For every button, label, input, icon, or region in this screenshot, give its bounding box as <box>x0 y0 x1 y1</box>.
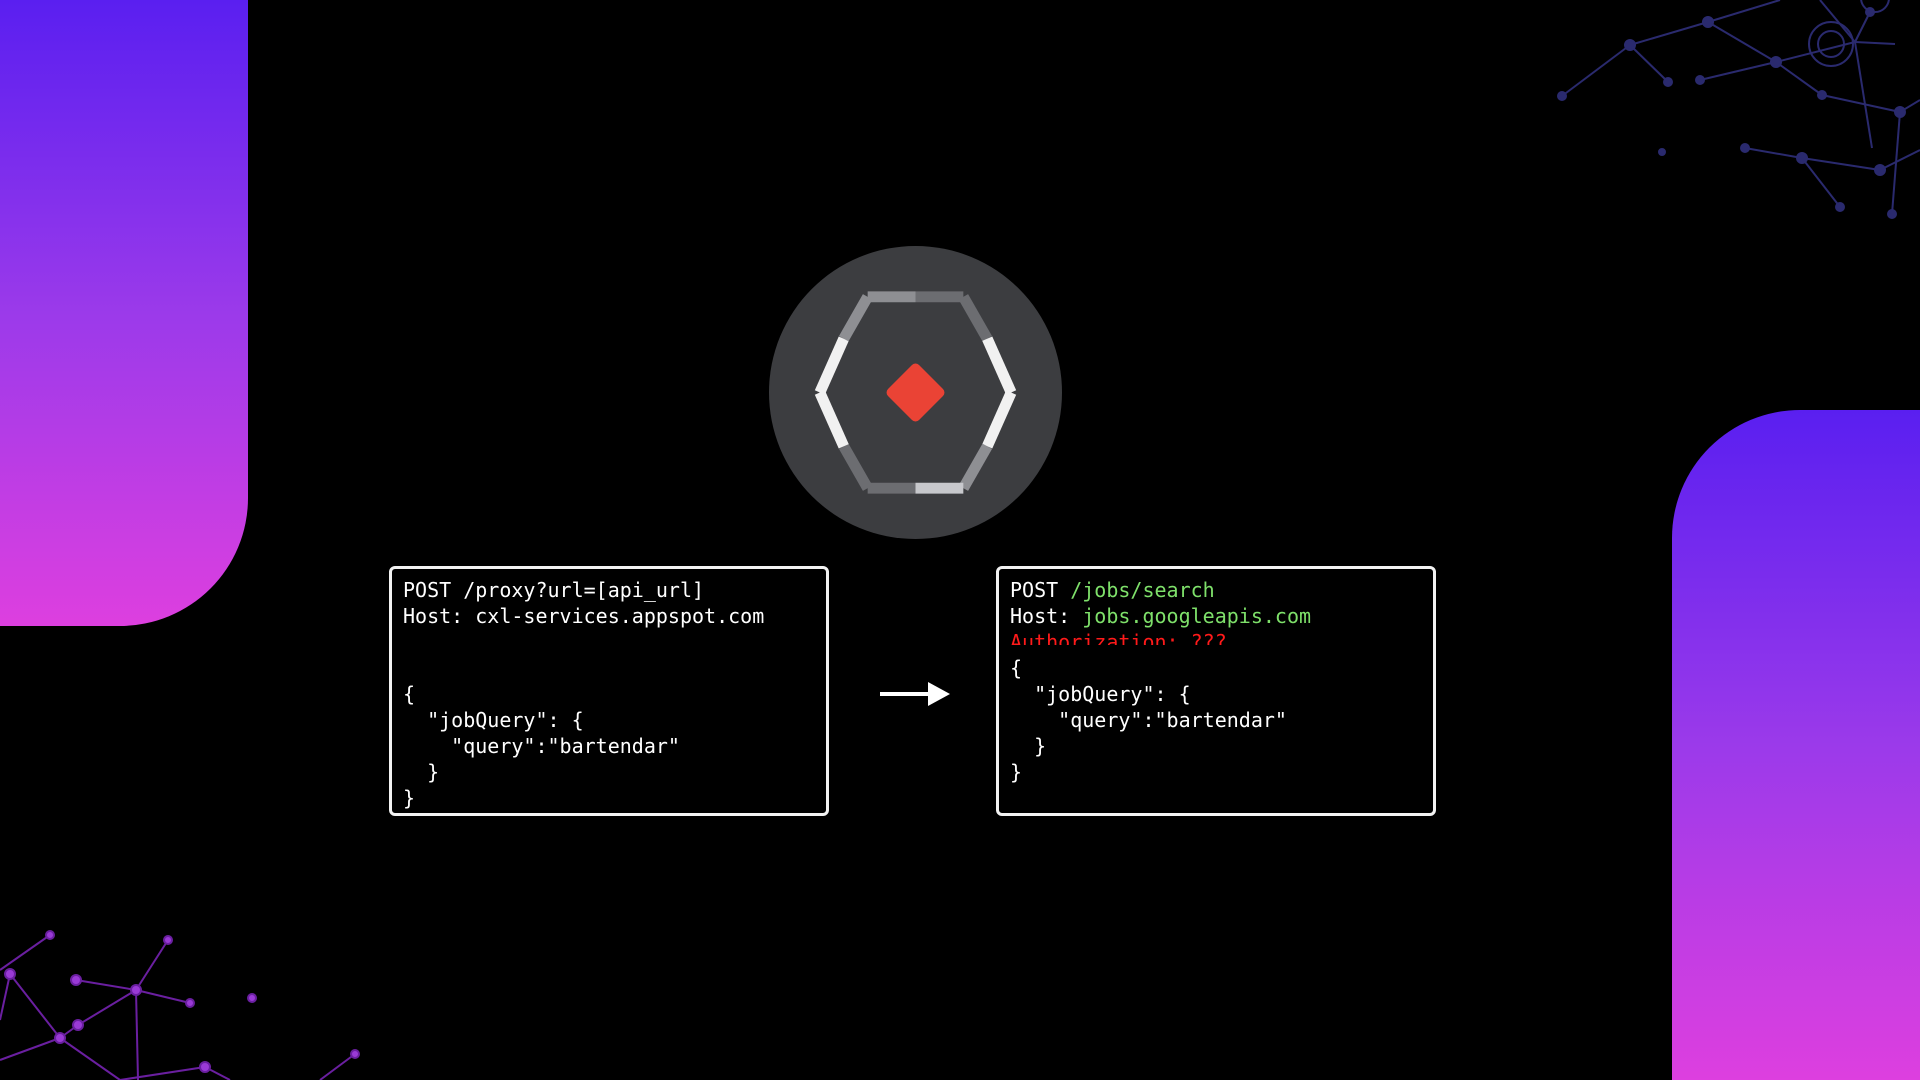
slide: POST /proxy?url=[api_url] Host: cxl-serv… <box>0 0 1920 1080</box>
upstream-request-box: POST /jobs/search Host: jobs.googleapis.… <box>996 566 1436 816</box>
json-body-line: "query":"bartendar" <box>1010 708 1287 732</box>
json-body-line: } <box>1010 760 1023 784</box>
host-line: Host: cxl-services.appspot.com <box>403 604 765 628</box>
json-body-line: { <box>403 682 416 706</box>
api-gateway-hexagon-icon <box>768 245 1063 540</box>
json-body-line: } <box>403 760 440 784</box>
json-body-line: { <box>1010 656 1023 680</box>
gradient-panel-right <box>1672 410 1920 1080</box>
host-line: Host: jobs.googleapis.com <box>1010 603 1422 629</box>
arrow-right-icon <box>880 682 950 706</box>
json-body-line: } <box>403 786 416 810</box>
json-body-line: } <box>1010 734 1047 758</box>
request-path: /jobs/search <box>1070 578 1215 602</box>
json-body-line: "query":"bartendar" <box>403 734 680 758</box>
proxy-request-box: POST /proxy?url=[api_url] Host: cxl-serv… <box>389 566 829 816</box>
json-body-line: "jobQuery": { <box>403 708 584 732</box>
network-decoration-top-right <box>1557 0 1920 219</box>
json-body-line: "jobQuery": { <box>1010 682 1191 706</box>
host-label: Host: <box>1010 604 1083 628</box>
host-value: jobs.googleapis.com <box>1082 604 1312 628</box>
network-decoration-bottom-left <box>0 930 360 1080</box>
gradient-panel-left <box>0 0 248 626</box>
request-line: POST /proxy?url=[api_url] <box>403 578 705 602</box>
request-line: POST /jobs/search <box>1010 577 1422 603</box>
http-method: POST <box>1010 578 1071 602</box>
authorization-line: Authorization: ??? <box>1010 630 1227 645</box>
